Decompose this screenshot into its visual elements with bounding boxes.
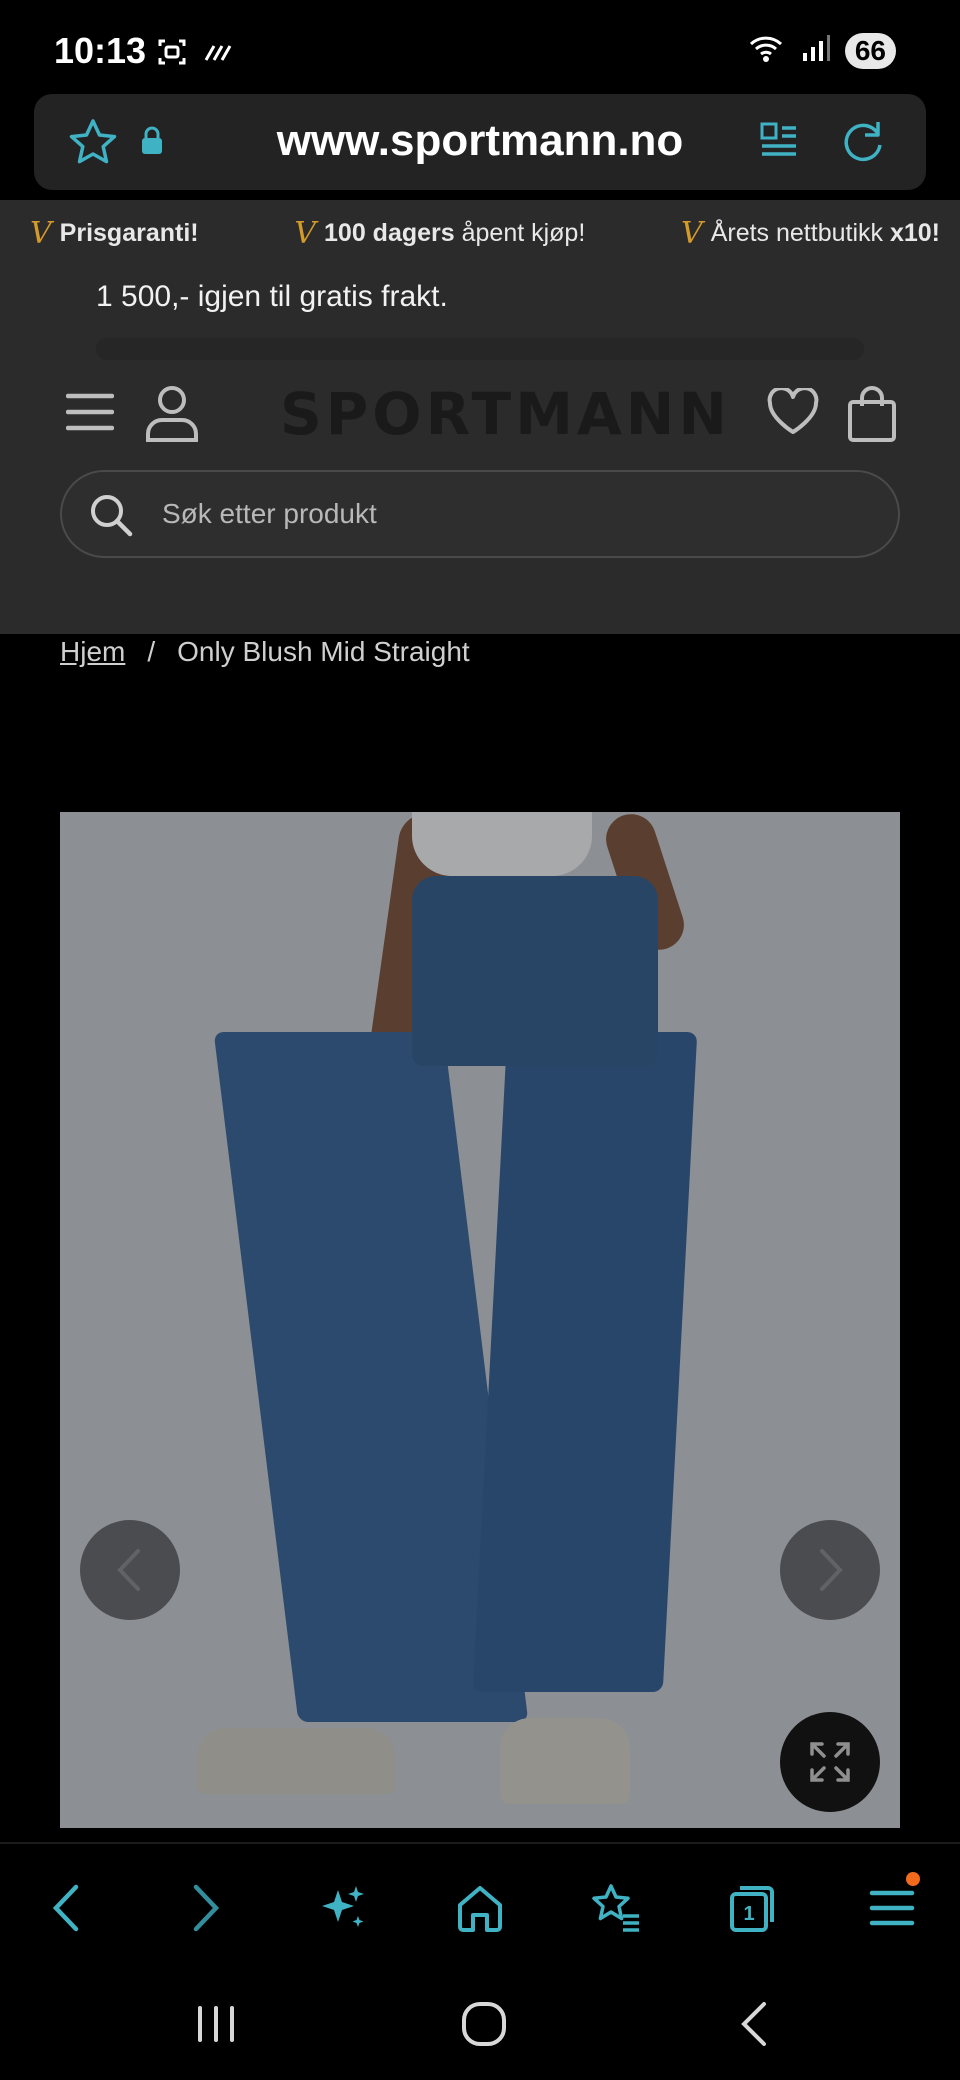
sneaker [500, 1718, 630, 1804]
breadcrumb-current: Only Blush Mid Straight [177, 636, 470, 667]
expand-icon [810, 1742, 850, 1782]
promo-row: V Prisgaranti! V 100 dagers åpent kjøp! … [30, 216, 940, 251]
back-icon [52, 1884, 79, 1932]
breadcrumb-separator: / [147, 636, 156, 667]
ai-assistant-button[interactable] [312, 1878, 372, 1938]
nfc-icon [202, 40, 234, 69]
jeans-leg [472, 1032, 698, 1692]
tabs-icon: 1 [730, 1886, 774, 1932]
sneaker [196, 1728, 396, 1794]
site-logo[interactable]: SPORTMANN [280, 384, 727, 444]
home-button[interactable] [450, 1878, 510, 1938]
battery-indicator: 66 [844, 32, 896, 69]
status-bar: 10:13 66 [0, 0, 960, 96]
jeans-waist [412, 876, 658, 1066]
checkmark-icon: V [30, 216, 52, 251]
breadcrumb: Hjem / Only Blush Mid Straight [60, 636, 470, 668]
status-icons-right: 66 [747, 32, 896, 69]
ai-sparkle-icon [322, 1886, 364, 1927]
promo-item: V Prisgaranti! [30, 216, 199, 251]
wifi-icon [747, 32, 787, 69]
breadcrumb-home-link[interactable]: Hjem [60, 636, 125, 668]
search-input[interactable]: Søk etter produkt [60, 470, 900, 558]
home-icon [458, 1886, 502, 1932]
reader-mode-icon[interactable] [758, 120, 800, 167]
forward-icon [193, 1884, 220, 1932]
promo-item: V Årets nettbutikk x10! [681, 216, 940, 251]
forward-button[interactable] [176, 1878, 236, 1938]
site-header: V Prisgaranti! V 100 dagers åpent kjøp! … [0, 200, 960, 634]
bookmarks-icon [592, 1884, 639, 1932]
next-image-button[interactable] [780, 1520, 880, 1620]
recent-apps-icon [198, 2006, 234, 2042]
browser-menu-button[interactable] [862, 1872, 922, 1938]
fullscreen-button[interactable] [780, 1712, 880, 1812]
checkmark-icon: V [681, 216, 703, 251]
checkmark-icon: V [294, 216, 317, 251]
menu-icon [869, 1890, 915, 1926]
free-shipping-progress [96, 338, 864, 360]
search-placeholder: Søk etter produkt [162, 498, 377, 529]
promo-item: V 100 dagers åpent kjøp! [294, 216, 586, 251]
tabs-count: 1 [743, 1903, 754, 1925]
chevron-right-icon [820, 1549, 843, 1591]
address-bar[interactable]: www.sportmann.no [34, 94, 926, 190]
wishlist-heart-icon[interactable] [766, 386, 820, 441]
system-navigation-bar [0, 1964, 960, 2080]
model-shirt [412, 812, 592, 876]
status-icons-left [156, 36, 234, 73]
tabs-button[interactable]: 1 [722, 1878, 782, 1938]
home-nav-button[interactable] [454, 1994, 514, 2054]
back-nav-button[interactable] [724, 1994, 784, 2054]
signal-icon [801, 33, 831, 68]
user-account-icon[interactable] [144, 384, 200, 449]
bookmarks-button[interactable] [586, 1878, 646, 1938]
product-image[interactable] [60, 812, 900, 1828]
previous-image-button[interactable] [80, 1520, 180, 1620]
home-circle-icon [462, 2002, 506, 2046]
shopping-bag-icon[interactable] [846, 384, 898, 449]
hamburger-menu-icon[interactable] [65, 392, 115, 437]
chevron-left-icon [117, 1549, 140, 1591]
reload-icon[interactable] [838, 116, 888, 171]
notification-dot [906, 1872, 920, 1886]
recent-apps-button[interactable] [186, 1994, 246, 2054]
free-shipping-text: 1 500,- igjen til gratis frakt. [96, 280, 448, 313]
web-page: V Prisgaranti! V 100 dagers åpent kjøp! … [0, 200, 960, 1840]
search-icon [88, 492, 134, 543]
back-nav-icon [741, 2002, 766, 2046]
status-time: 10:13 [54, 30, 147, 71]
back-button[interactable] [36, 1878, 96, 1938]
browser-toolbar: 1 [0, 1842, 960, 1964]
screenshot-icon [156, 36, 188, 73]
